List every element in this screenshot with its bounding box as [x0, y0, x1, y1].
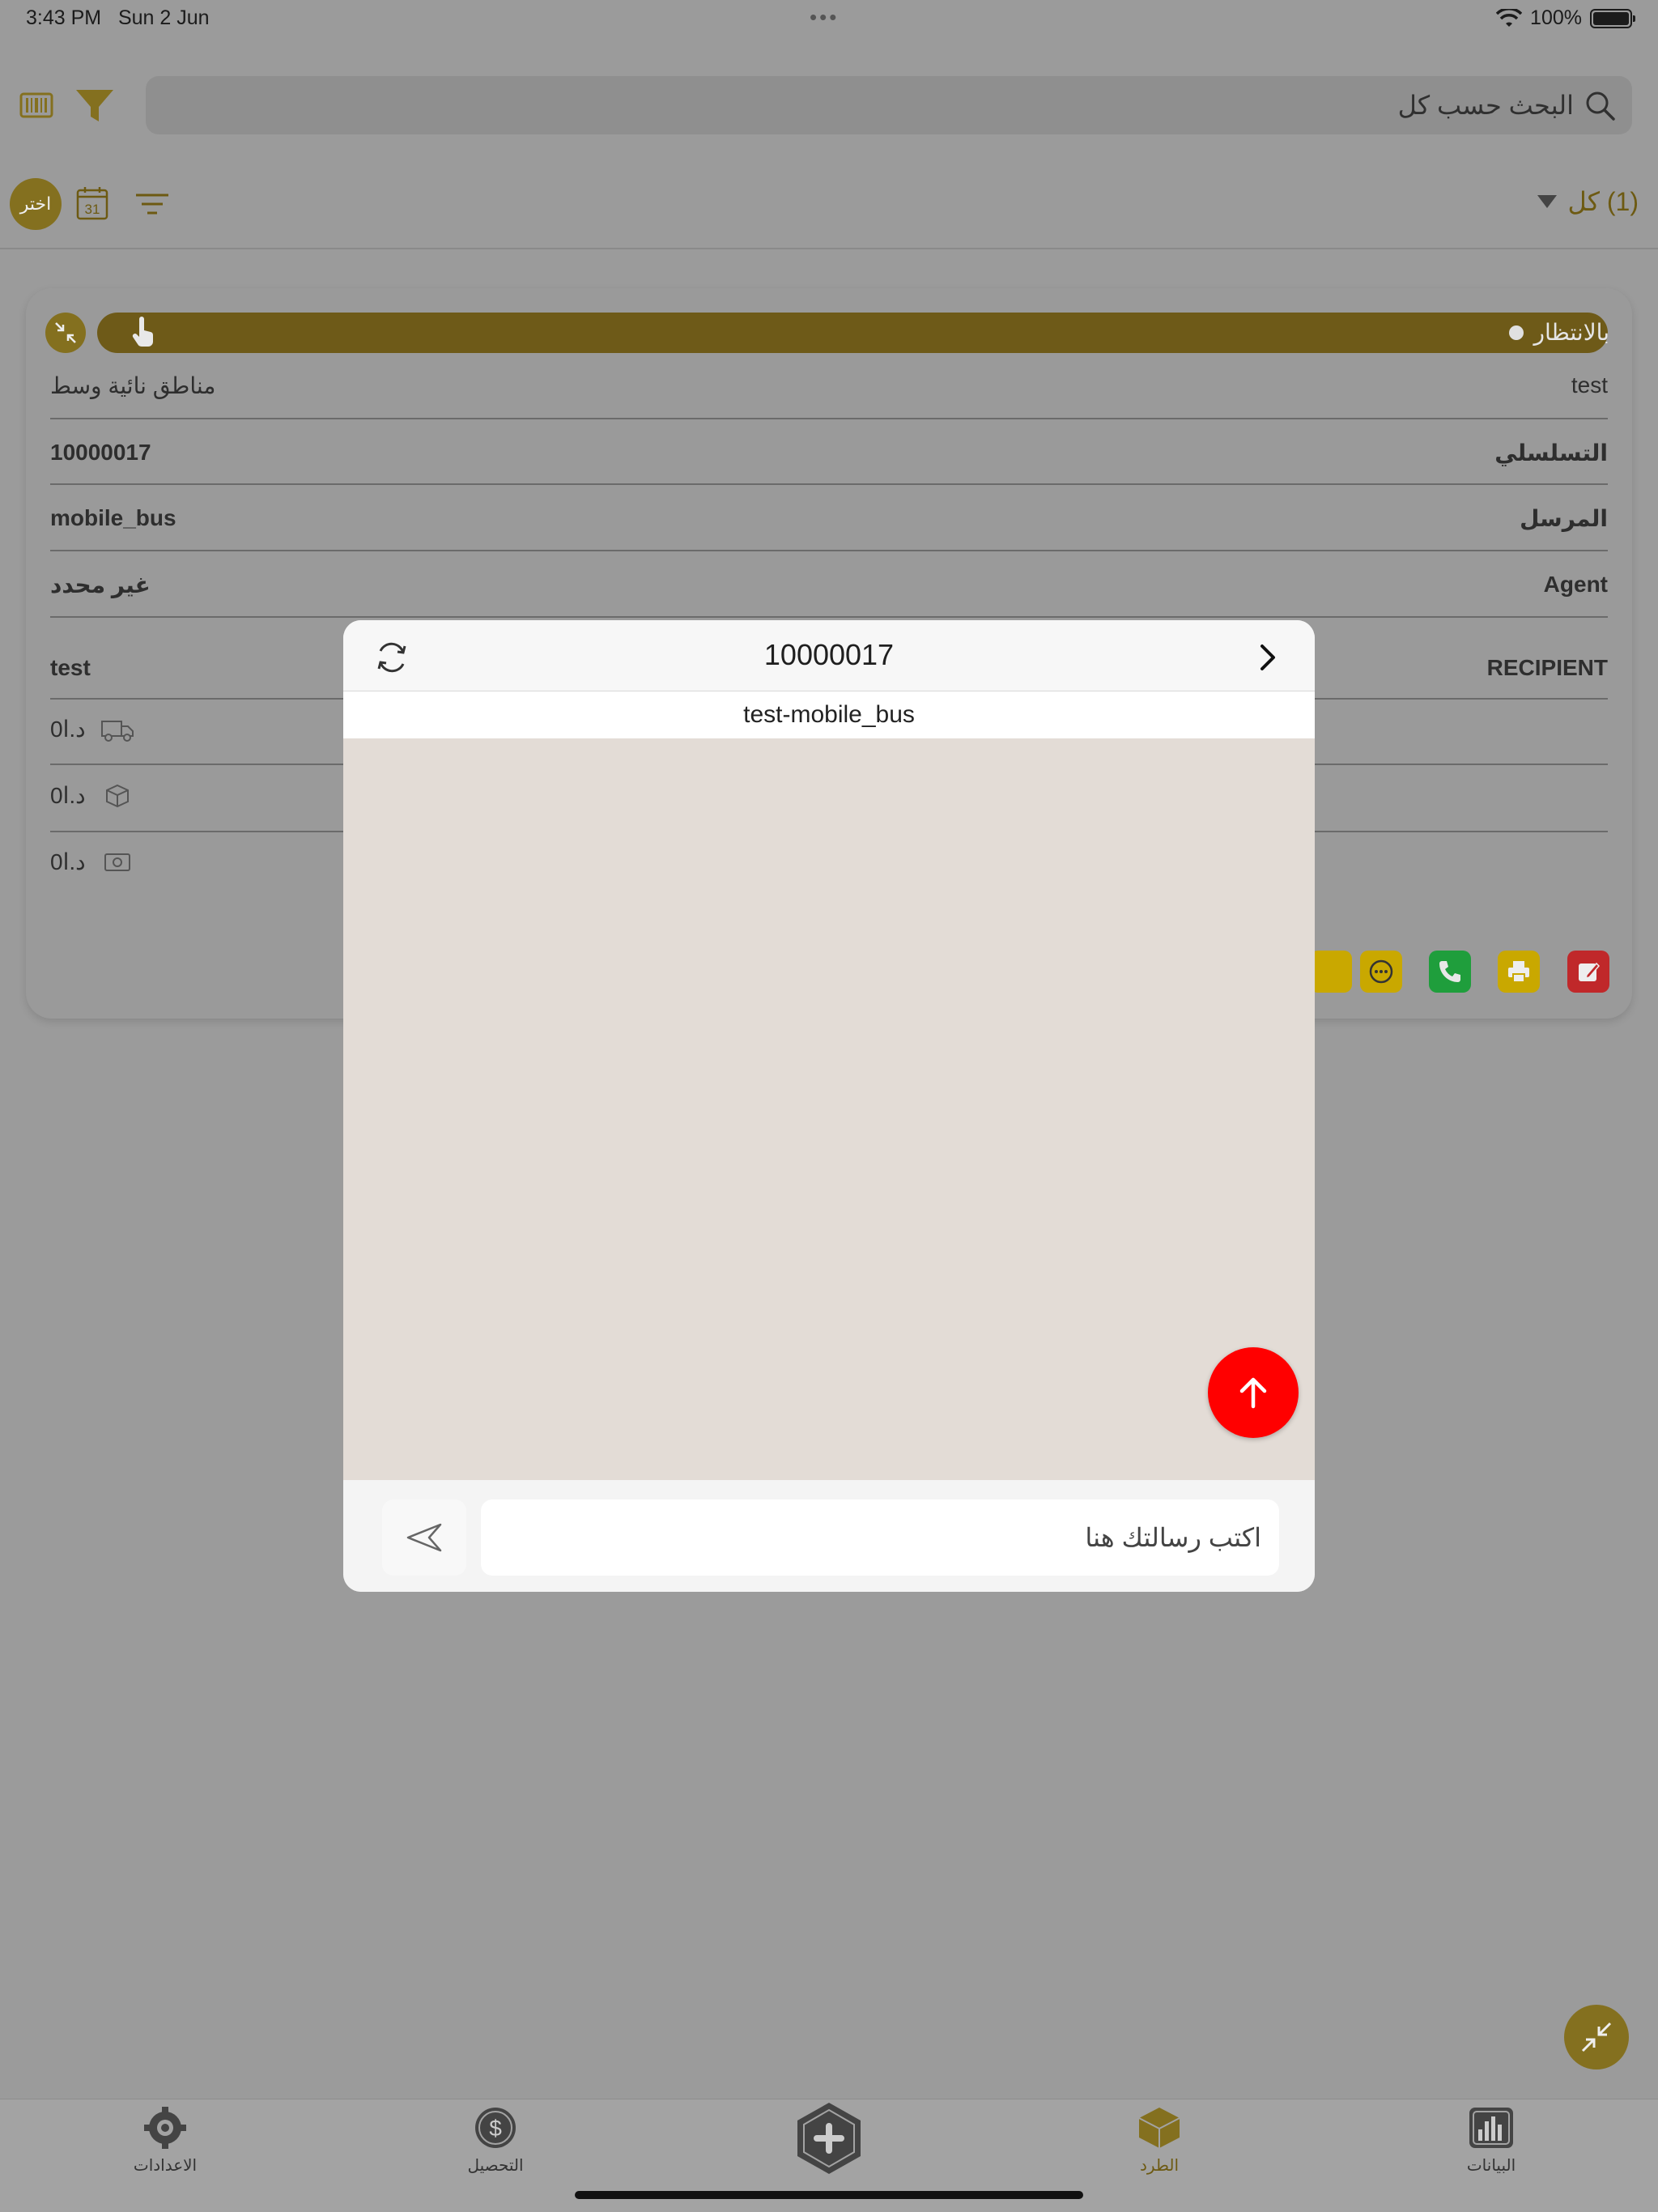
- divider: [50, 483, 1608, 485]
- recipient-name: test: [1571, 372, 1608, 398]
- status-time: 3:43 PM Sun 2 Jun: [26, 6, 210, 29]
- tab-label: الاعدادات: [133, 2157, 198, 2175]
- svg-text:$: $: [489, 2116, 502, 2141]
- status-label: بالانتظار: [1509, 319, 1609, 346]
- serial-label: التسلسلي: [1494, 440, 1608, 466]
- chat-messages-area[interactable]: [343, 738, 1315, 1480]
- plus-hexagon-icon: [797, 2103, 861, 2174]
- home-indicator[interactable]: [575, 2191, 1083, 2199]
- collapse-arrows-icon: [1581, 2022, 1612, 2052]
- phone-icon: [1439, 961, 1460, 982]
- tab-settings[interactable]: الاعدادات: [84, 2105, 246, 2176]
- tab-label: البيانات: [1466, 2157, 1516, 2175]
- dropdown-triangle-icon: [1537, 195, 1557, 208]
- tab-collection[interactable]: $ التحصيل: [414, 2105, 576, 2176]
- divider: [0, 248, 1658, 249]
- collapse-all-fab[interactable]: [1564, 2005, 1629, 2069]
- refresh-icon[interactable]: [372, 638, 411, 677]
- send-button[interactable]: [382, 1499, 466, 1576]
- gear-icon: [144, 2107, 186, 2149]
- all-filter-label: (1) كل: [1567, 187, 1639, 216]
- partial-action-button[interactable]: [1310, 951, 1352, 993]
- divider: [50, 418, 1608, 419]
- print-button[interactable]: [1498, 951, 1540, 993]
- svg-text:31: 31: [85, 202, 100, 217]
- search-bar[interactable]: البحث حسب كل: [146, 76, 1632, 134]
- package-icon: [105, 784, 129, 807]
- status-bar: 3:43 PM Sun 2 Jun ••• 100%: [0, 0, 1658, 39]
- message-input[interactable]: [481, 1499, 1279, 1576]
- chat-bubble-icon: [1369, 959, 1393, 984]
- arrow-up-icon: [1239, 1377, 1267, 1409]
- modal-title: 10000017: [763, 638, 895, 671]
- edit-button[interactable]: [1567, 951, 1609, 993]
- divider: [50, 616, 1608, 618]
- barcode-scanner-icon[interactable]: [19, 91, 53, 120]
- tab-label: الطرد: [1140, 2157, 1179, 2175]
- calendar-icon[interactable]: 31: [76, 186, 108, 220]
- scroll-up-button[interactable]: [1208, 1347, 1299, 1438]
- edit-icon: [1579, 962, 1601, 981]
- filter-funnel-icon[interactable]: [74, 87, 115, 125]
- search-icon: [1586, 91, 1615, 121]
- package-fee-row: 0د.ا: [50, 782, 134, 809]
- recipient-label: RECIPIENT: [1486, 655, 1608, 680]
- battery-icon: [1590, 8, 1635, 28]
- cash-row: 0د.ا: [50, 849, 134, 875]
- multitasking-dots-icon[interactable]: •••: [810, 5, 839, 30]
- wifi-icon: [1496, 8, 1523, 27]
- chat-modal: 10000017 test-mobile_bus: [343, 620, 1315, 1592]
- delivery-truck-icon: [100, 720, 134, 742]
- call-button[interactable]: [1429, 951, 1471, 993]
- serial-value: 10000017: [50, 440, 151, 465]
- battery-percent: 100%: [1530, 6, 1582, 29]
- status-dot-icon: [1509, 325, 1524, 340]
- collapse-card-button[interactable]: [45, 313, 86, 353]
- status-pill[interactable]: [97, 313, 1608, 353]
- tab-label: التحصيل: [467, 2157, 524, 2175]
- sender-label: المرسل: [1520, 506, 1608, 531]
- cash-value: 0د.ا: [50, 849, 86, 874]
- dollar-icon: $: [475, 2108, 516, 2148]
- sort-lines-icon[interactable]: [134, 191, 170, 217]
- region-value: مناطق نائية وسط: [50, 373, 216, 398]
- chat-button[interactable]: [1360, 951, 1402, 993]
- delivery-fee-value: 0د.ا: [50, 717, 86, 742]
- delivery-fee-row: 0د.ا: [50, 716, 134, 742]
- chevron-right-icon[interactable]: [1253, 641, 1282, 674]
- tab-data[interactable]: البيانات: [1410, 2105, 1572, 2176]
- bar-chart-icon: [1469, 2108, 1513, 2148]
- package-fee-value: 0د.ا: [50, 783, 86, 808]
- agent-label: Agent: [1543, 572, 1608, 597]
- divider: [50, 550, 1608, 551]
- status-indicators: 100%: [1496, 6, 1635, 30]
- send-icon: [406, 1523, 442, 1552]
- recipient-value: test: [50, 655, 91, 680]
- tab-add[interactable]: [748, 2100, 910, 2176]
- cash-icon: [104, 853, 130, 871]
- printer-icon: [1508, 961, 1529, 983]
- hand-pointer-icon[interactable]: [128, 316, 157, 348]
- choose-button[interactable]: اختر: [10, 178, 62, 230]
- tab-parcel[interactable]: الطرد: [1078, 2105, 1240, 2176]
- sender-value: mobile_bus: [50, 505, 176, 530]
- all-filter-dropdown[interactable]: (1) كل: [1537, 186, 1639, 217]
- agent-value: غير محدد: [50, 572, 151, 598]
- chat-subtitle: test-mobile_bus: [343, 691, 1315, 738]
- box-icon: [1138, 2108, 1180, 2148]
- collapse-arrows-icon: [55, 322, 76, 343]
- search-placeholder[interactable]: البحث حسب كل: [1398, 90, 1574, 121]
